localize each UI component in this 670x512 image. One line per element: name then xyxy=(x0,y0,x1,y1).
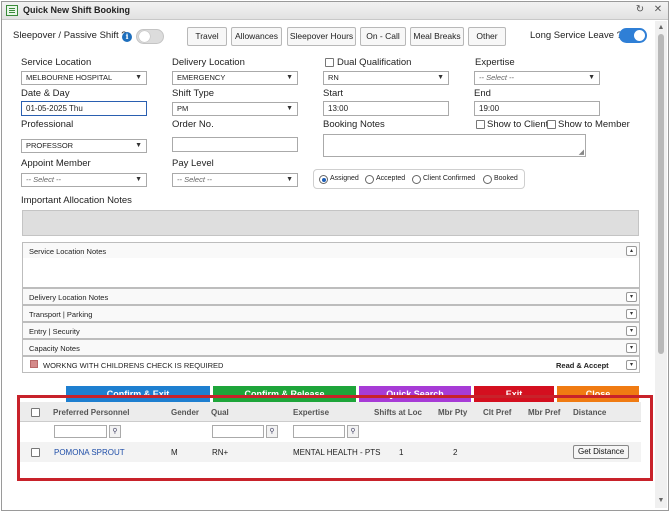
delivery-location-label: Delivery Location xyxy=(172,57,245,68)
show-to-client-checkbox[interactable] xyxy=(476,120,485,129)
sleepover-label: Sleepover / Passive Shift ? xyxy=(13,30,127,41)
appoint-member-label: Appoint Member xyxy=(21,158,91,169)
delivery-location-notes-panel[interactable]: Delivery Location Notes ▾ xyxy=(22,288,640,305)
expertise-select[interactable]: -- Select -- ▼ xyxy=(474,71,600,85)
status-assigned-radio[interactable] xyxy=(319,175,328,184)
allowances-button[interactable]: Allowances xyxy=(231,27,282,46)
chevron-down-icon: ▼ xyxy=(286,176,293,183)
status-client-confirmed-label: Client Confirmed xyxy=(423,175,476,182)
service-location-select[interactable]: MELBOURNE HOSPITAL ▼ xyxy=(21,71,147,85)
chevron-down-icon: ▼ xyxy=(135,74,142,81)
end-label: End xyxy=(474,88,491,99)
warning-flag-icon xyxy=(30,360,38,368)
sleepover-hours-button[interactable]: Sleepover Hours xyxy=(287,27,356,46)
expand-icon[interactable]: ▾ xyxy=(626,309,637,319)
start-time-input[interactable]: 13:00 xyxy=(323,101,449,116)
service-location-notes-label: Service Location Notes xyxy=(29,247,107,256)
chevron-down-icon: ▼ xyxy=(437,74,444,81)
expand-icon[interactable]: ▾ xyxy=(626,292,637,302)
chevron-down-icon: ▼ xyxy=(286,74,293,81)
read-accept-link[interactable]: Read & Accept xyxy=(556,361,609,370)
expand-icon[interactable]: ▾ xyxy=(626,343,637,353)
capacity-notes-label: Capacity Notes xyxy=(29,344,80,353)
expertise-label: Expertise xyxy=(475,57,515,68)
date-day-label: Date & Day xyxy=(21,88,70,99)
on-call-button[interactable]: On - Call xyxy=(360,27,406,46)
scroll-up-icon[interactable]: ▲ xyxy=(655,22,667,34)
qualification-select[interactable]: RN ▼ xyxy=(323,71,449,85)
dual-qualification-checkbox[interactable] xyxy=(325,58,334,67)
info-icon[interactable]: i xyxy=(122,32,132,42)
shift-type-select[interactable]: PM ▼ xyxy=(172,102,298,116)
appoint-member-select[interactable]: -- Select -- ▼ xyxy=(21,173,147,187)
status-assigned-label: Assigned xyxy=(330,175,359,182)
transport-parking-label: Transport | Parking xyxy=(29,310,93,319)
show-to-member-checkbox[interactable] xyxy=(547,120,556,129)
long-service-label: Long Service Leave ? xyxy=(530,30,622,41)
restore-icon[interactable]: ↻ xyxy=(634,4,646,16)
chevron-down-icon: ▼ xyxy=(135,176,142,183)
start-label: Start xyxy=(323,88,344,99)
transport-parking-panel[interactable]: Transport | Parking ▾ xyxy=(22,305,640,322)
status-accepted-label: Accepted xyxy=(376,175,406,182)
end-time-input[interactable]: 19:00 xyxy=(474,101,600,116)
important-allocation-notes-box xyxy=(22,210,639,236)
scrollbar-thumb[interactable] xyxy=(658,34,664,354)
booking-notes-textarea[interactable]: ◢ xyxy=(323,134,586,157)
scroll-down-icon[interactable]: ▼ xyxy=(655,495,667,507)
expand-icon[interactable]: ▾ xyxy=(626,326,637,336)
service-location-label: Service Location xyxy=(21,57,92,68)
order-no-label: Order No. xyxy=(172,119,214,130)
long-service-toggle[interactable] xyxy=(619,28,647,43)
status-booked-label: Booked xyxy=(494,175,518,182)
highlight-box xyxy=(17,395,653,481)
booking-status-group: Assigned Accepted Client Confirmed Booke… xyxy=(313,169,525,189)
pay-level-label: Pay Level xyxy=(172,158,214,169)
delivery-location-select[interactable]: EMERGENCY ▼ xyxy=(172,71,298,85)
quick-shift-booking-window: Quick New Shift Booking ↻ ✕ ▲ ▼ Sleepove… xyxy=(1,1,669,511)
chevron-down-icon: ▼ xyxy=(135,142,142,149)
important-allocation-notes-label: Important Allocation Notes xyxy=(21,195,132,206)
travel-button[interactable]: Travel xyxy=(187,27,227,46)
dual-qualification-label: Dual Qualification xyxy=(337,57,412,68)
shift-type-label: Shift Type xyxy=(172,88,215,99)
order-no-input[interactable] xyxy=(172,137,298,152)
status-client-confirmed-radio[interactable] xyxy=(412,175,421,184)
collapse-icon[interactable]: ▴ xyxy=(626,246,637,256)
window-title: Quick New Shift Booking xyxy=(23,5,131,15)
status-booked-radio[interactable] xyxy=(483,175,492,184)
title-bar: Quick New Shift Booking ↻ ✕ xyxy=(2,2,668,20)
chevron-down-icon: ▼ xyxy=(286,105,293,112)
professional-label: Professional xyxy=(21,119,74,130)
service-location-notes-panel[interactable]: Service Location Notes ▴ xyxy=(22,242,640,259)
sleepover-toggle[interactable] xyxy=(136,29,164,44)
chevron-down-icon: ▼ xyxy=(588,74,595,81)
booking-notes-label: Booking Notes xyxy=(323,119,385,130)
wwcc-panel[interactable]: WORKNG WITH CHILDRENS CHECK IS REQUIRED … xyxy=(22,356,640,373)
app-icon xyxy=(6,5,18,16)
resize-grip-icon[interactable]: ◢ xyxy=(579,148,584,156)
entry-security-label: Entry | Security xyxy=(29,327,80,336)
show-to-client-label: Show to Client xyxy=(487,119,549,130)
pay-level-select[interactable]: -- Select -- ▼ xyxy=(172,173,298,187)
date-day-input[interactable]: 01-05-2025 Thu xyxy=(21,101,147,116)
other-button[interactable]: Other xyxy=(468,27,506,46)
show-to-member-label: Show to Member xyxy=(558,119,630,130)
delivery-location-notes-label: Delivery Location Notes xyxy=(29,293,109,302)
entry-security-panel[interactable]: Entry | Security ▾ xyxy=(22,322,640,339)
expand-icon[interactable]: ▾ xyxy=(626,360,637,370)
service-location-notes-body xyxy=(22,258,640,288)
status-accepted-radio[interactable] xyxy=(365,175,374,184)
capacity-notes-panel[interactable]: Capacity Notes ▾ xyxy=(22,339,640,356)
professional-select[interactable]: PROFESSOR ▼ xyxy=(21,139,147,153)
close-icon[interactable]: ✕ xyxy=(652,4,664,16)
wwcc-required-text: WORKNG WITH CHILDRENS CHECK IS REQUIRED xyxy=(43,361,224,370)
meal-breaks-button[interactable]: Meal Breaks xyxy=(410,27,464,46)
